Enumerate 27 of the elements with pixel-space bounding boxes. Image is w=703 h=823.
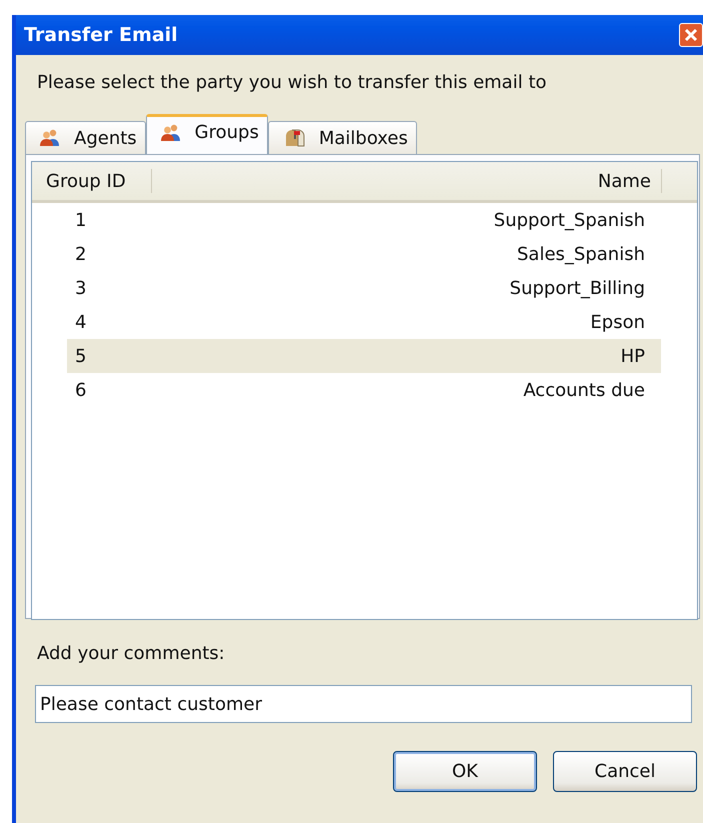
table-cell: Support_Billing — [510, 278, 645, 298]
selected-row[interactable]: 5 HP — [67, 339, 661, 373]
table-cell: 2 — [75, 244, 86, 264]
tab[interactable]: Agents — [25, 121, 146, 154]
table-cell: Sales_Spanish — [517, 244, 645, 264]
table-cell: HP — [620, 346, 645, 366]
ok-button[interactable]: OK — [393, 751, 537, 792]
people-icon — [40, 129, 60, 147]
people-icon — [160, 124, 181, 142]
table-cell: 3 — [75, 278, 86, 298]
column-header[interactable]: Group ID — [32, 169, 152, 193]
table-cell: 5 — [75, 346, 86, 366]
table-cell: Support_Spanish — [494, 210, 645, 230]
comment-field[interactable]: Please contact customer — [35, 685, 692, 723]
table-cell: Epson — [590, 312, 645, 332]
close-icon[interactable] — [679, 23, 703, 47]
column-header[interactable]: Name — [152, 169, 662, 193]
table-cell: 6 — [75, 380, 86, 400]
field-label: Add your comments: — [37, 643, 226, 664]
tab[interactable]: Groups — [146, 114, 268, 154]
table-cell: Accounts due — [523, 380, 645, 400]
instruction-text: Please select the party you wish to transfer this email to — [37, 72, 548, 93]
table-cell: 1 — [75, 210, 86, 230]
table-cell: 4 — [75, 312, 86, 332]
tab[interactable]: Mailboxes — [268, 121, 417, 154]
cancel-button[interactable]: Cancel — [553, 751, 697, 792]
window-title: Transfer Email — [24, 24, 178, 46]
